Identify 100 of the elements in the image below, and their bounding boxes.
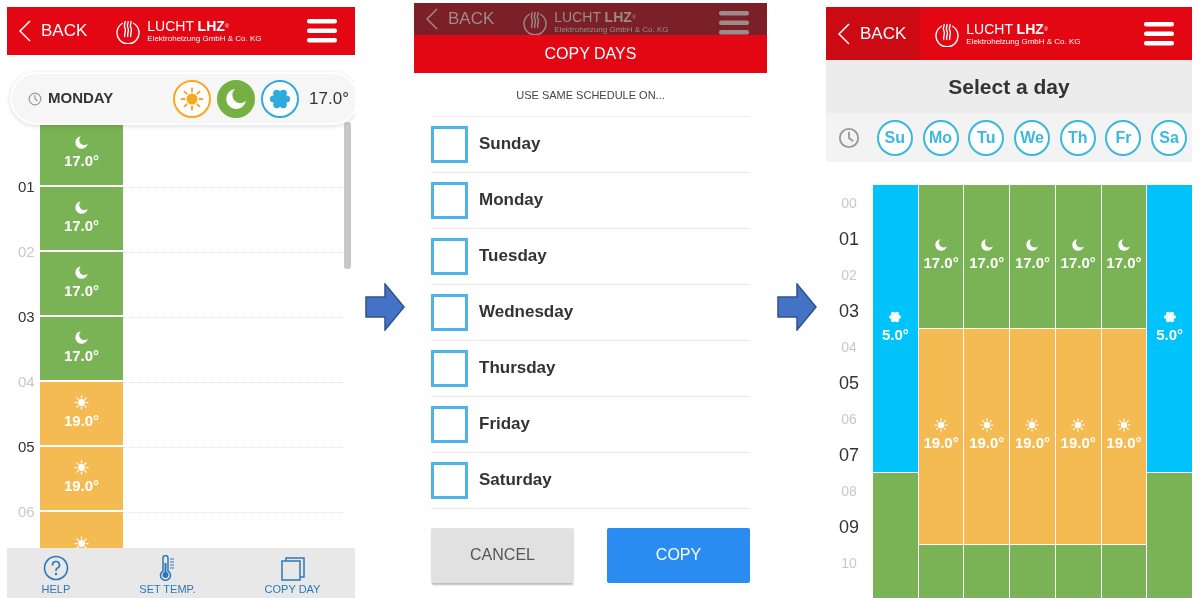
back-button[interactable]: BACK xyxy=(414,3,509,35)
schedule-block[interactable]: 17.0° xyxy=(40,317,123,382)
moon-icon xyxy=(74,134,89,150)
mode-button[interactable] xyxy=(173,79,212,118)
day-button[interactable]: Tu xyxy=(968,119,1005,156)
schedule-block[interactable]: 19.0° xyxy=(1101,329,1147,545)
hour-label: 05 xyxy=(18,438,35,455)
back-button[interactable]: BACK xyxy=(826,7,921,60)
moon-icon xyxy=(74,264,89,280)
schedule-block[interactable]: 17.0° xyxy=(1010,185,1055,329)
page-title: Select a day xyxy=(826,60,1192,113)
schedule-block[interactable] xyxy=(1101,545,1147,598)
sun-icon xyxy=(979,418,994,433)
checkbox[interactable] xyxy=(431,293,468,331)
checkbox[interactable] xyxy=(431,237,468,275)
menu-button[interactable] xyxy=(719,11,749,35)
sun-icon xyxy=(74,536,89,548)
schedule-block[interactable] xyxy=(964,545,1010,598)
day-label: Sunday xyxy=(479,133,541,156)
temperature: 17.0° xyxy=(309,87,349,110)
back-button[interactable]: BACK xyxy=(7,7,102,55)
toolbar-button[interactable]: HELP xyxy=(41,548,71,598)
clock-icon xyxy=(28,91,42,106)
schedule-block[interactable]: 17.0° xyxy=(40,122,123,187)
block-temperature: 19.0° xyxy=(1014,433,1051,454)
chevron-left-icon xyxy=(838,22,850,45)
instruction-text: USE SAME SCHEDULE ON... xyxy=(431,73,750,117)
snowflake-icon xyxy=(888,310,903,325)
schedule-block[interactable]: 17.0° xyxy=(964,185,1010,329)
block-temperature: 17.0° xyxy=(63,280,100,301)
day-button[interactable]: Fr xyxy=(1105,119,1142,156)
checkbox[interactable] xyxy=(431,125,468,163)
block-temperature: 17.0° xyxy=(63,345,100,366)
block-temperature: 19.0° xyxy=(63,410,100,431)
dialog-title: COPY DAYS xyxy=(414,35,767,73)
schedule-block[interactable]: 17.0° xyxy=(1055,185,1101,329)
moon-icon xyxy=(74,199,89,215)
schedule-block[interactable]: 5.0° xyxy=(1147,185,1192,473)
day-label: Monday xyxy=(479,189,544,212)
schedule-block[interactable]: 19.0° xyxy=(1055,329,1101,545)
logo-icon xyxy=(115,18,142,44)
schedule-block[interactable]: 17.0° xyxy=(918,185,964,329)
checkbox[interactable] xyxy=(431,405,468,443)
day-name: MONDAY xyxy=(48,88,114,109)
schedule-block[interactable] xyxy=(1055,545,1101,598)
sun-icon xyxy=(1116,418,1131,433)
hour-label: 01 xyxy=(839,227,859,251)
copy-button[interactable]: COPY xyxy=(607,527,750,583)
day-button[interactable]: Th xyxy=(1059,119,1096,156)
menu-icon xyxy=(719,11,749,35)
day-button[interactable]: Su xyxy=(876,119,913,156)
chevron-left-icon xyxy=(426,8,438,30)
block-temperature: 17.0° xyxy=(1014,253,1051,274)
block-temperature: 17.0° xyxy=(923,253,959,274)
schedule-block[interactable]: 19.0° xyxy=(40,382,123,447)
hour-label: 09 xyxy=(839,515,859,539)
help-icon xyxy=(42,555,69,581)
schedule-block[interactable]: 19.0° xyxy=(918,329,964,545)
mode-button[interactable] xyxy=(261,79,300,118)
mode-button[interactable] xyxy=(217,79,256,118)
clock-icon xyxy=(838,126,860,149)
day-button[interactable]: We xyxy=(1014,119,1050,156)
block-temperature: 17.0° xyxy=(63,215,100,236)
schedule-block[interactable]: 17.0° xyxy=(40,187,123,252)
moon-icon xyxy=(934,238,949,253)
checkbox[interactable] xyxy=(431,349,468,387)
toolbar-button[interactable]: COPY DAY xyxy=(264,548,321,598)
block-temperature: 19.0° xyxy=(969,433,1005,454)
day-label: Tuesday xyxy=(479,245,547,268)
schedule-block[interactable] xyxy=(918,545,964,598)
day-button[interactable]: Mo xyxy=(922,119,959,156)
hour-label: 03 xyxy=(839,299,859,323)
brand-name: LUCHT LHZ$^{®}$ xyxy=(966,21,1050,36)
schedule-block[interactable]: 19.0° xyxy=(1010,329,1055,545)
sun-icon xyxy=(74,394,89,410)
checkbox[interactable] xyxy=(431,461,468,499)
thermometer-icon xyxy=(158,555,177,581)
checkbox[interactable] xyxy=(431,181,468,219)
chevron-left-icon xyxy=(19,20,31,42)
block-temperature: 19.0° xyxy=(1060,433,1096,454)
cancel-button[interactable]: CANCEL xyxy=(431,527,574,583)
schedule-block[interactable]: 19.0° xyxy=(964,329,1010,545)
day-button[interactable]: Sa xyxy=(1151,119,1188,156)
snowflake-icon xyxy=(1162,310,1177,325)
menu-button[interactable] xyxy=(307,19,337,43)
block-temperature: 19.0° xyxy=(923,433,959,454)
sun-icon xyxy=(74,459,89,475)
menu-icon xyxy=(1144,21,1174,46)
moon-icon xyxy=(1116,238,1131,253)
toolbar-button[interactable]: SET TEMP. xyxy=(139,548,196,598)
scrollbar[interactable] xyxy=(344,122,351,269)
hour-label: 07 xyxy=(839,443,859,467)
schedule-block[interactable]: 17.0° xyxy=(1101,185,1147,329)
moon-icon xyxy=(74,329,89,345)
day-label: Saturday xyxy=(479,469,552,492)
menu-button[interactable] xyxy=(1144,21,1174,46)
schedule-block[interactable]: 19.0° xyxy=(40,447,123,512)
schedule-block[interactable]: 17.0° xyxy=(40,252,123,317)
day-label: Friday xyxy=(479,413,531,436)
schedule-block[interactable]: 5.0° xyxy=(873,185,918,473)
